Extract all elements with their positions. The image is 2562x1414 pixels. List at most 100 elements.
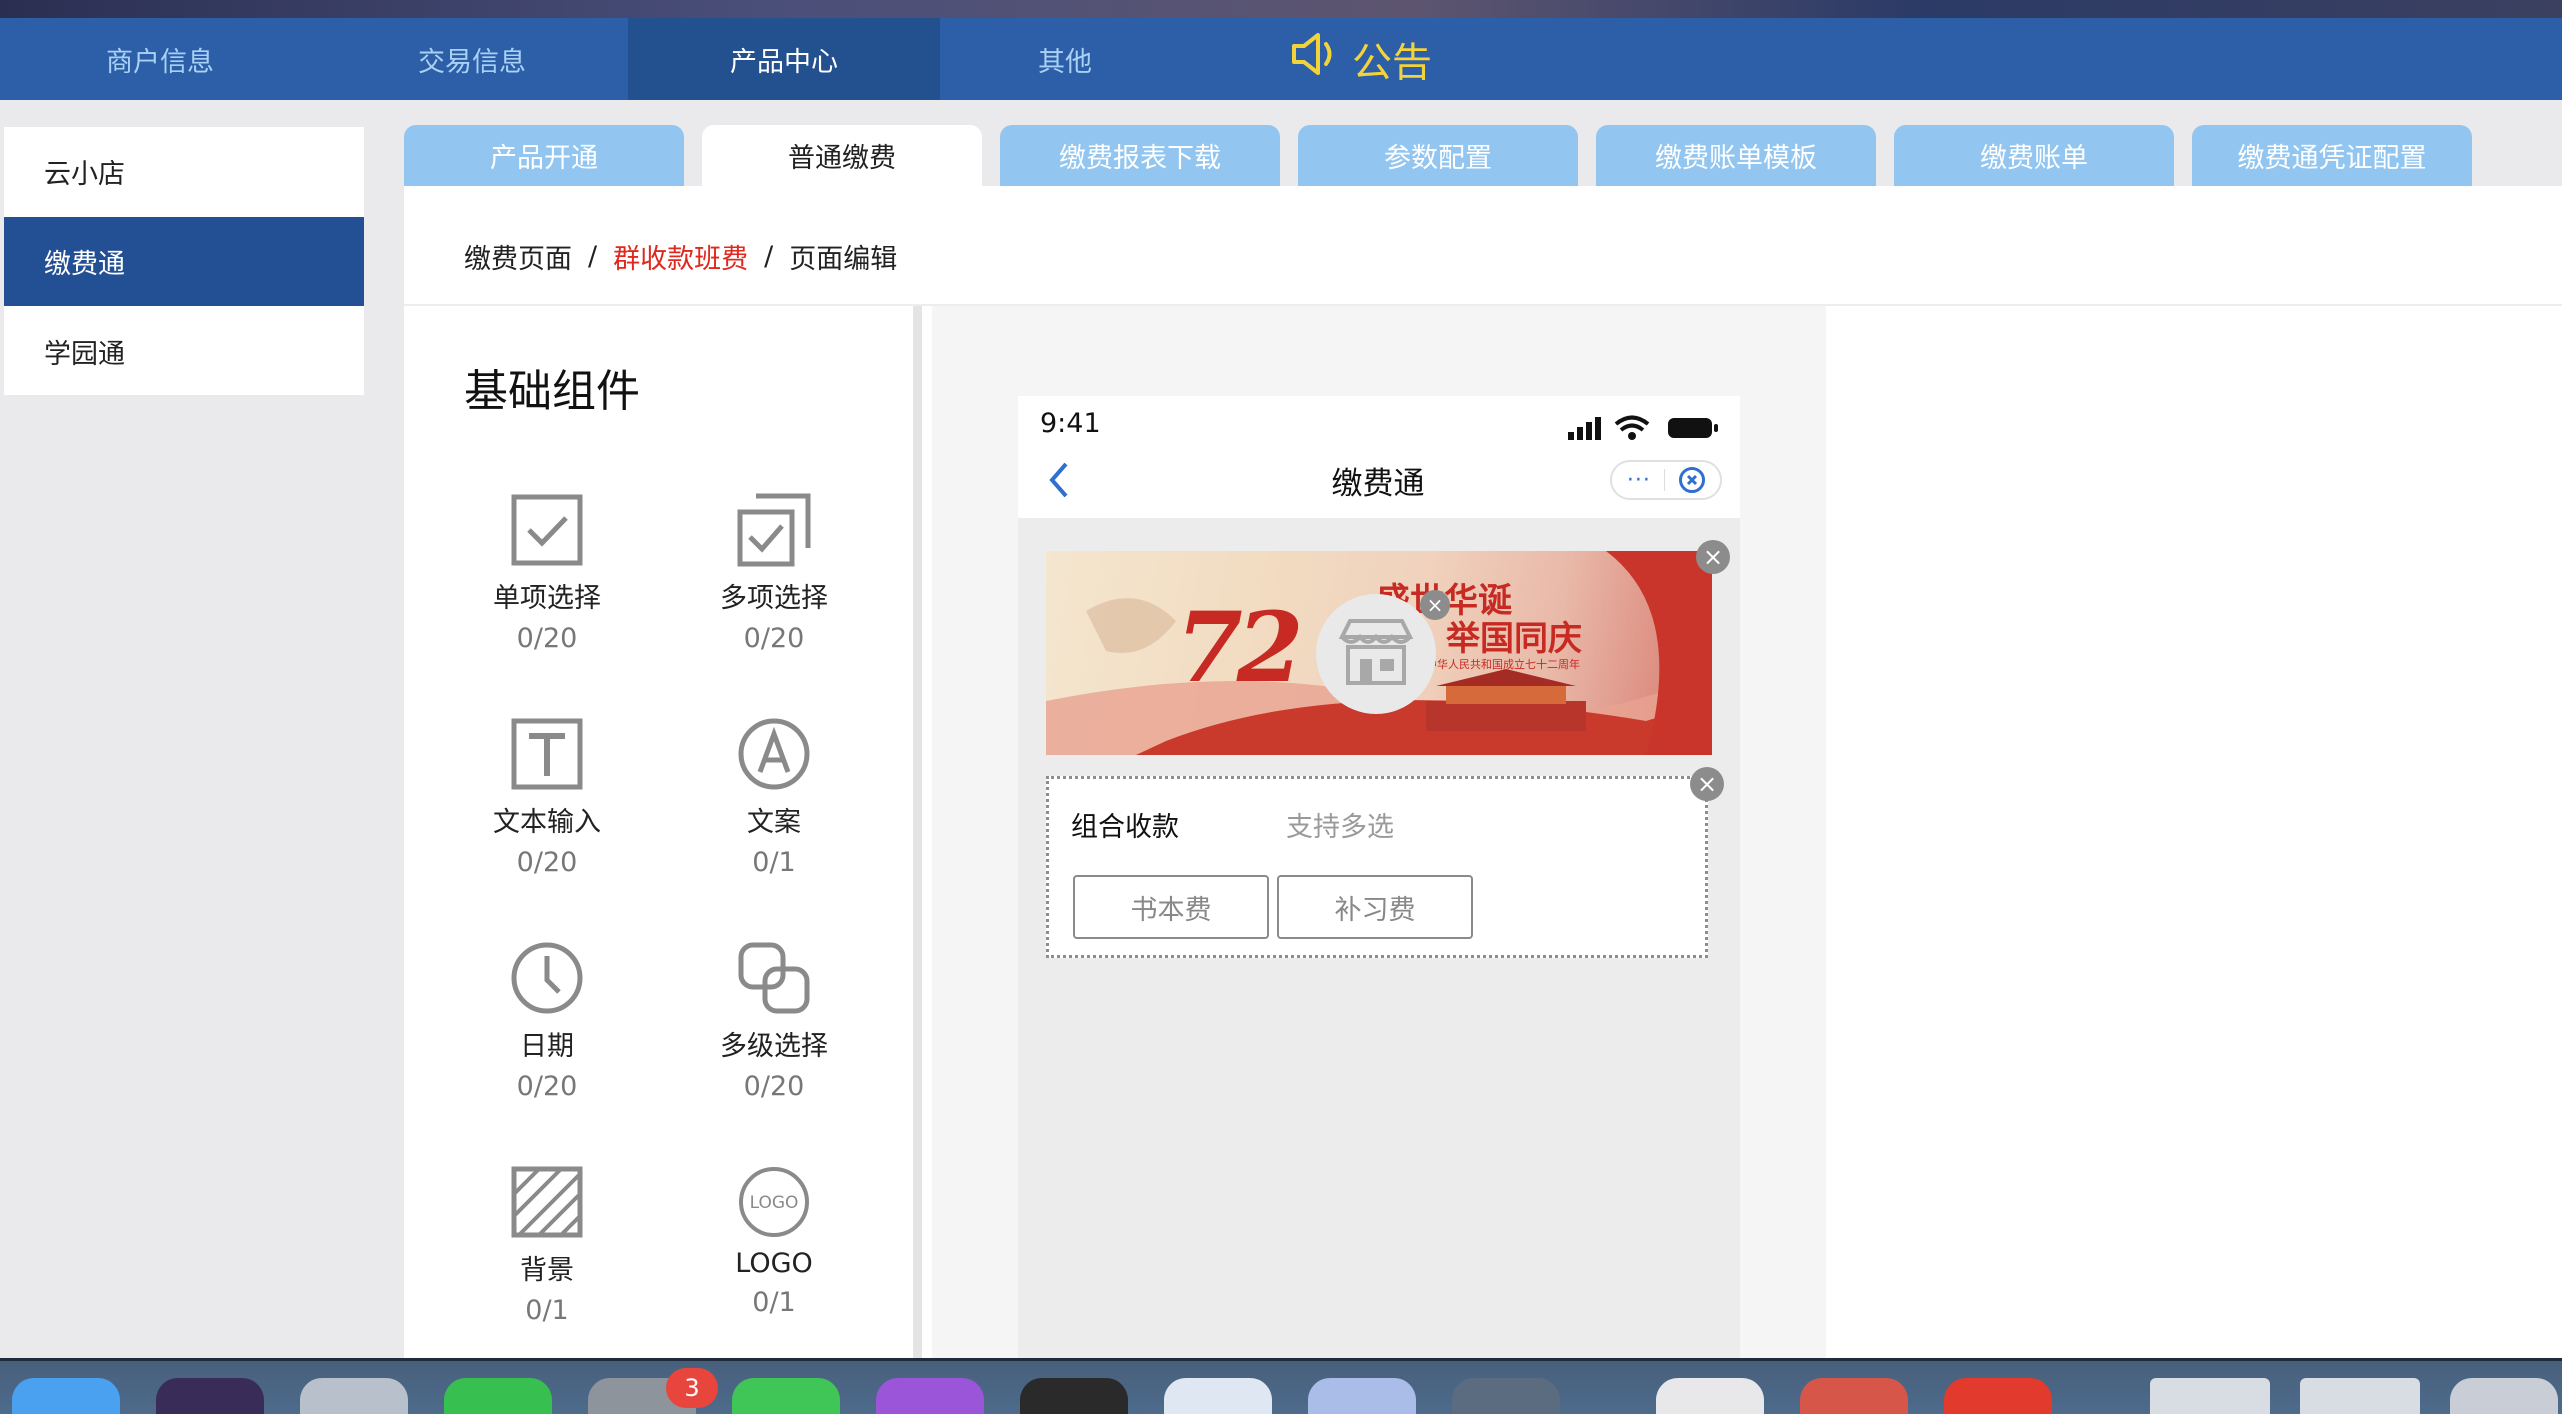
component-linked-select[interactable]: 多级选择 0/20 (674, 938, 874, 1138)
podcasts-icon[interactable] (876, 1378, 984, 1414)
component-label: 多项选择 (720, 583, 828, 614)
banner-subline: 中华人民共和国成立七十二周年 (1426, 658, 1580, 671)
linked-select-icon (734, 938, 814, 1018)
component-label: 多级选择 (720, 1031, 828, 1062)
component-label: 日期 (520, 1031, 574, 1062)
component-count: 0/1 (525, 1295, 569, 1326)
notification-badge: 3 (666, 1368, 718, 1408)
nav-item-label: 其他 (1038, 46, 1092, 78)
logo-placeholder[interactable] (1316, 594, 1436, 714)
tab-label: 缴费账单 (1980, 143, 2088, 174)
breadcrumb-current: 页面编辑 (789, 243, 898, 275)
office-icon[interactable] (1656, 1378, 1764, 1414)
desktop-wallpaper-strip (0, 0, 2562, 18)
tab-product-activation[interactable]: 产品开通 (404, 125, 684, 186)
component-count: 0/20 (516, 623, 578, 654)
text-input-icon (507, 714, 587, 794)
notice-button[interactable]: 公告 (1290, 18, 1432, 100)
component-label: 单项选择 (493, 583, 601, 614)
tab-label: 普通缴费 (788, 143, 896, 174)
banner-remove-button[interactable]: × (1696, 540, 1730, 574)
search-icon[interactable] (1452, 1378, 1560, 1414)
component-text-input[interactable]: 文本输入 0/20 (447, 714, 647, 914)
component-multi-select[interactable]: 多项选择 0/20 (674, 490, 874, 690)
back-arrow-icon[interactable] (1044, 460, 1074, 500)
component-count: 0/1 (752, 847, 796, 878)
top-nav-bar: 商户信息 交易信息 产品中心 其他 公告 (0, 18, 2562, 100)
component-background[interactable]: 背景 0/1 (447, 1162, 647, 1362)
component-copywriting[interactable]: 文案 0/1 (674, 714, 874, 914)
more-icon[interactable]: ··· (1627, 468, 1651, 493)
capsule-close-icon[interactable] (1679, 467, 1706, 493)
sidebar-item-yunxiaodian[interactable]: 云小店 (4, 127, 364, 216)
svg-text:LOGO: LOGO (750, 1193, 799, 1213)
component-logo[interactable]: LOGO LOGO 0/1 (674, 1162, 874, 1362)
component-label: 背景 (520, 1255, 574, 1286)
tab-label: 缴费报表下载 (1059, 143, 1221, 174)
tab-normal-payment[interactable]: 普通缴费 (702, 125, 982, 186)
tab-param-config[interactable]: 参数配置 (1298, 125, 1578, 186)
option-tutoring-fee-button[interactable]: 补习费 (1277, 875, 1473, 939)
tab-report-download[interactable]: 缴费报表下载 (1000, 125, 1280, 186)
nav-item-label: 商户信息 (106, 46, 214, 78)
phone-status-time: 9:41 (1040, 408, 1101, 439)
component-count: 0/20 (516, 1071, 578, 1102)
sidebar: 云小店 缴费通 学园通 (4, 127, 364, 395)
nav-item-label: 交易信息 (418, 46, 526, 78)
trash-icon[interactable] (2450, 1378, 2558, 1414)
documents-stack-icon[interactable] (2300, 1378, 2420, 1414)
tab-bill-template[interactable]: 缴费账单模板 (1596, 125, 1876, 186)
signal-icon (1568, 417, 1601, 440)
copywriting-icon (734, 714, 814, 794)
phone-status-icons (1566, 412, 1726, 442)
sidebar-item-jiaofeitong[interactable]: 缴费通 (4, 217, 364, 306)
battery-icon (1668, 418, 1718, 438)
launchpad-icon[interactable] (300, 1378, 408, 1414)
finder-icon[interactable] (12, 1378, 120, 1414)
app-red-circle-icon[interactable] (1800, 1378, 1908, 1414)
app-red-icon[interactable] (1944, 1378, 2052, 1414)
nav-item-merchant-info[interactable]: 商户信息 (40, 18, 280, 100)
combo-hint: 支持多选 (1286, 812, 1394, 843)
phone-page-title: 缴费通 (1331, 466, 1425, 502)
capsule-divider (1664, 469, 1666, 491)
siri-icon[interactable] (156, 1378, 264, 1414)
speaker-icon (1290, 31, 1342, 87)
breadcrumb-root[interactable]: 缴费页面 (464, 237, 572, 276)
multi-select-icon (734, 490, 814, 570)
clock-icon (507, 938, 587, 1018)
sidebar-item-xueyuantong[interactable]: 学园通 (4, 307, 364, 396)
combo-remove-button[interactable]: × (1690, 767, 1724, 801)
component-date[interactable]: 日期 0/20 (447, 938, 647, 1138)
single-select-icon (507, 490, 587, 570)
logo-remove-button[interactable]: × (1420, 590, 1450, 620)
messages-icon[interactable] (444, 1378, 552, 1414)
wechat-icon[interactable] (732, 1378, 840, 1414)
tab-label: 缴费账单模板 (1655, 143, 1817, 174)
component-label: LOGO (735, 1248, 813, 1279)
wifi-icon (1614, 415, 1650, 440)
miniprogram-capsule: ··· (1610, 460, 1722, 500)
component-count: 0/20 (743, 1071, 805, 1102)
banner-headline-2: 举国同庆 (1446, 619, 1582, 659)
breadcrumb-middle[interactable]: 群收款班费 (613, 237, 748, 276)
component-panel-title: 基础组件 (464, 366, 640, 417)
tab-voucher-config[interactable]: 缴费通凭证配置 (2192, 125, 2472, 186)
nav-item-other[interactable]: 其他 (960, 18, 1170, 100)
breadcrumb-separator: / (764, 240, 774, 272)
safari-icon[interactable] (1164, 1378, 1272, 1414)
option-book-fee-button[interactable]: 书本费 (1073, 875, 1269, 939)
component-single-select[interactable]: 单项选择 0/20 (447, 490, 647, 690)
nav-item-product-center[interactable]: 产品中心 (628, 18, 940, 100)
terminal-icon[interactable] (1020, 1378, 1128, 1414)
tab-label: 参数配置 (1384, 143, 1492, 174)
background-icon (507, 1162, 587, 1242)
tab-bill[interactable]: 缴费账单 (1894, 125, 2174, 186)
store-icon (1338, 617, 1414, 691)
nav-item-transaction-info[interactable]: 交易信息 (352, 18, 592, 100)
sidebar-item-label: 学园通 (44, 339, 125, 370)
component-count: 0/1 (752, 1287, 796, 1318)
downloads-stack-icon[interactable] (2150, 1378, 2270, 1414)
preview-icon[interactable] (1308, 1378, 1416, 1414)
component-label: 文本输入 (493, 807, 601, 838)
